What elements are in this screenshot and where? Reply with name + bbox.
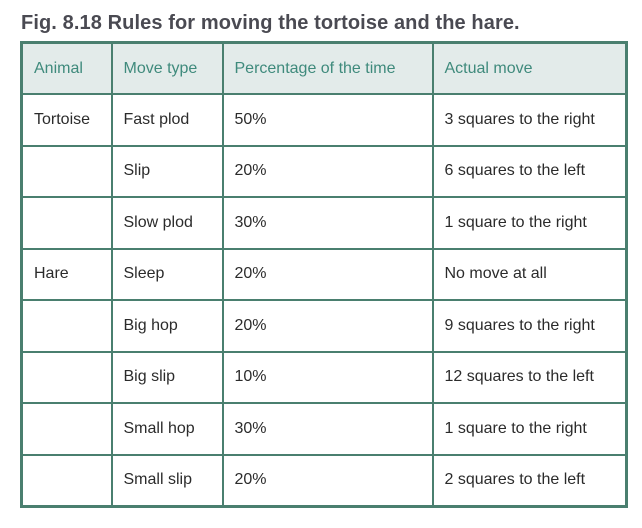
header-move-type: Move type <box>110 41 224 95</box>
cell-move-type: Small slip <box>110 453 224 508</box>
table-row: Tortoise Fast plod 50% 3 squares to the … <box>20 93 628 147</box>
movement-rules-table: Animal Move type Percentage of the time … <box>20 41 628 508</box>
cell-percentage: 20% <box>221 299 434 353</box>
header-percentage: Percentage of the time <box>221 41 434 95</box>
table-row: Small hop 30% 1 square to the right <box>20 402 628 456</box>
cell-animal: Tortoise <box>20 93 113 147</box>
cell-move-type: Slow plod <box>110 196 224 250</box>
table-row: Big hop 20% 9 squares to the right <box>20 299 628 353</box>
cell-move-type: Big slip <box>110 350 224 404</box>
cell-move-type: Small hop <box>110 402 224 456</box>
cell-percentage: 30% <box>221 402 434 456</box>
cell-percentage: 30% <box>221 196 434 250</box>
cell-actual-move: 3 squares to the right <box>431 93 628 147</box>
cell-actual-move: 2 squares to the left <box>431 453 628 508</box>
table-row: Slip 20% 6 squares to the left <box>20 144 628 198</box>
cell-animal <box>20 144 113 198</box>
cell-actual-move: 12 squares to the left <box>431 350 628 404</box>
table-row: Slow plod 30% 1 square to the right <box>20 196 628 250</box>
table-row: Big slip 10% 12 squares to the left <box>20 350 628 404</box>
table-header-row: Animal Move type Percentage of the time … <box>20 41 628 95</box>
cell-animal <box>20 453 113 508</box>
cell-move-type: Big hop <box>110 299 224 353</box>
figure-title: Fig. 8.18 Rules for moving the tortoise … <box>21 12 520 34</box>
cell-animal <box>20 196 113 250</box>
cell-animal <box>20 299 113 353</box>
cell-actual-move: No move at all <box>431 247 628 301</box>
cell-move-type: Slip <box>110 144 224 198</box>
cell-animal <box>20 402 113 456</box>
cell-percentage: 20% <box>221 247 434 301</box>
header-animal: Animal <box>20 41 113 95</box>
header-actual-move: Actual move <box>431 41 628 95</box>
cell-actual-move: 6 squares to the left <box>431 144 628 198</box>
cell-percentage: 20% <box>221 144 434 198</box>
cell-animal <box>20 350 113 404</box>
table-row: Small slip 20% 2 squares to the left <box>20 453 628 508</box>
cell-move-type: Sleep <box>110 247 224 301</box>
cell-actual-move: 1 square to the right <box>431 196 628 250</box>
cell-move-type: Fast plod <box>110 93 224 147</box>
cell-animal: Hare <box>20 247 113 301</box>
cell-percentage: 50% <box>221 93 434 147</box>
cell-percentage: 10% <box>221 350 434 404</box>
table-row: Hare Sleep 20% No move at all <box>20 247 628 301</box>
cell-actual-move: 1 square to the right <box>431 402 628 456</box>
cell-percentage: 20% <box>221 453 434 508</box>
cell-actual-move: 9 squares to the right <box>431 299 628 353</box>
